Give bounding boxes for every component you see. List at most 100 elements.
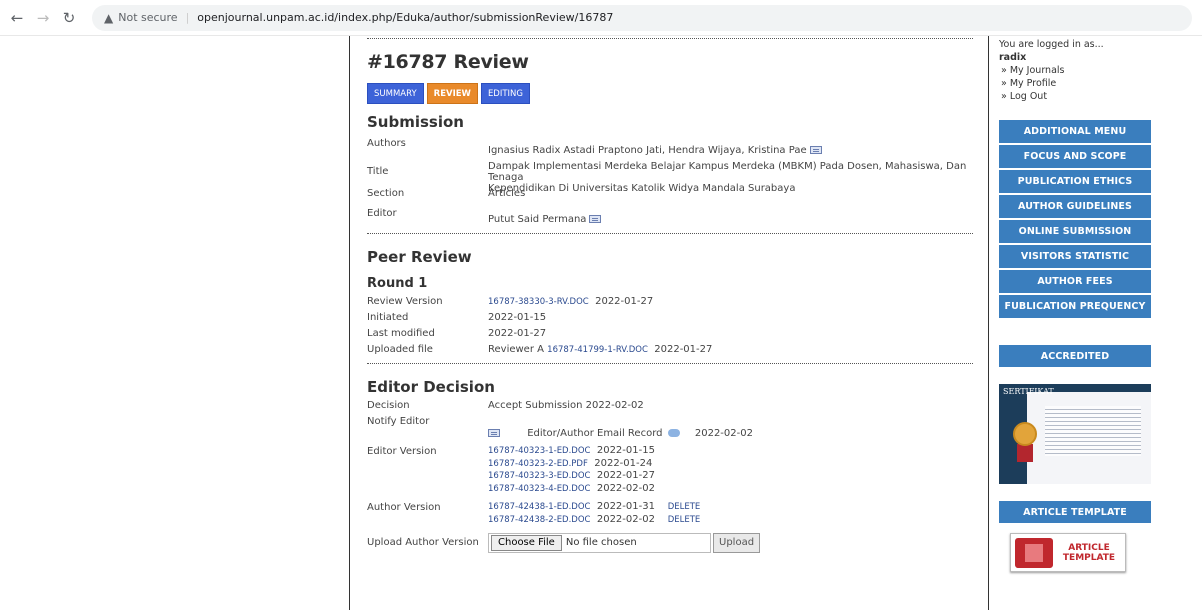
reload-icon[interactable]: ↻ — [60, 9, 78, 27]
notify-editor-value: Editor/Author Email Record 2022-02-02 — [488, 415, 753, 445]
comment-bubble-icon[interactable] — [667, 429, 680, 437]
editor-version-file-link[interactable]: 16787-40323-1-ED.DOC — [488, 446, 590, 456]
sidebar-link-label[interactable]: Log Out — [1010, 91, 1047, 102]
uploaded-reviewer: Reviewer A — [488, 344, 544, 355]
editor-version-file-link[interactable]: 16787-40323-2-ED.PDF — [488, 459, 588, 469]
editor-version-date: 2022-02-02 — [596, 482, 655, 494]
menu-online-submission[interactable]: ONLINE SUBMISSION — [999, 220, 1151, 245]
review-version-file-link[interactable]: 16787-38330-3-RV.DOC — [488, 297, 589, 307]
email-authors-icon[interactable] — [809, 146, 822, 154]
review-version-date: 2022-01-27 — [595, 296, 654, 307]
authors-value: Ignasius Radix Astadi Praptono Jati, Hen… — [488, 137, 822, 159]
menu-publication-ethics[interactable]: PUBLICATION ETHICS — [999, 170, 1151, 195]
template-icon-line-1: ARTICLE — [1068, 542, 1110, 553]
author-version-item: 16787-42438-1-ED.DOC 2022-01-31 DELETE — [488, 501, 700, 514]
title-value: Dampak Implementasi Merdeka Belajar Kamp… — [488, 159, 973, 194]
editor-version-row: Editor Version 16787-40323-1-ED.DOC 2022… — [367, 445, 973, 501]
tab-editing[interactable]: EDITING — [480, 83, 531, 104]
content-left-border — [349, 36, 350, 610]
editor-version-date: 2022-01-27 — [596, 470, 655, 481]
last-modified-value: 2022-01-27 — [488, 328, 547, 339]
editor-version-item: 16787-40323-1-ED.DOC 2022-01-15 — [488, 445, 655, 458]
tab-review[interactable]: REVIEW — [426, 83, 478, 104]
uploaded-file-link[interactable]: 16787-41799-1-RV.DOC — [547, 345, 648, 355]
editor-version-item: 16787-40323-4-ED.DOC 2022-02-02 — [488, 483, 655, 496]
choose-file-button[interactable]: Choose File — [491, 535, 562, 551]
section-label: Section — [367, 188, 405, 199]
menu-author-fees[interactable]: AUTHOR FEES — [999, 270, 1151, 295]
sidebar-link-my-journals[interactable]: » My Journals — [999, 64, 1151, 77]
notify-editor-mail-icon[interactable] — [488, 429, 500, 437]
divider — [367, 38, 973, 39]
certificate-title: SERTIFIKAT — [1003, 387, 1054, 396]
template-book-icon — [1015, 537, 1053, 568]
logged-in-text: You are logged in as... — [999, 39, 1104, 50]
initiated-value: 2022-01-15 — [488, 312, 547, 323]
menu-publication-frequency[interactable]: FUBLICATION PREQUENCY — [999, 295, 1151, 320]
menu-author-guidelines[interactable]: AUTHOR GUIDELINES — [999, 195, 1151, 220]
section-value: Articles — [488, 188, 526, 199]
sidebar-link-label[interactable]: My Profile — [1010, 78, 1056, 89]
author-version-date: 2022-01-31 — [596, 501, 655, 512]
url-text[interactable]: openjournal.unpam.ac.id/index.php/Eduka/… — [197, 11, 613, 24]
delete-link[interactable]: DELETE — [668, 515, 701, 525]
author-version-item: 16787-42438-2-ED.DOC 2022-02-02 DELETE — [488, 514, 700, 527]
editor-row: Editor Putut Said Permana — [367, 207, 973, 233]
main-content: #16787 Review SUMMARY REVIEW EDITING Sub… — [367, 36, 973, 555]
forward-arrow-icon[interactable]: → — [34, 9, 52, 27]
template-icon-text: ARTICLE TEMPLATE — [1053, 543, 1125, 563]
divider — [367, 233, 973, 234]
editor-version-file-link[interactable]: 16787-40323-3-ED.DOC — [488, 471, 590, 481]
tab-bar: SUMMARY REVIEW EDITING — [367, 83, 973, 104]
accredited-header: ACCREDITED — [999, 345, 1151, 369]
notify-editor-row: Notify Editor Editor/Author Email Record… — [367, 415, 973, 445]
no-file-text: No file chosen — [565, 537, 637, 548]
author-version-list: 16787-42438-1-ED.DOC 2022-01-31 DELETE 1… — [488, 501, 700, 531]
username: radix — [999, 52, 1027, 63]
sidebar-link-my-profile[interactable]: » My Profile — [999, 77, 1151, 90]
title-line-2: Kependidikan Di Universitas Katolik Widy… — [488, 183, 796, 194]
sidebar-link-label[interactable]: My Journals — [1010, 65, 1065, 76]
sidebar: You are logged in as... radix » My Journ… — [999, 36, 1151, 572]
author-version-file-link[interactable]: 16787-42438-2-ED.DOC — [488, 515, 590, 525]
login-block: You are logged in as... radix » My Journ… — [999, 38, 1151, 103]
menu-additional[interactable]: ADDITIONAL MENU — [999, 120, 1151, 145]
divider — [367, 363, 973, 364]
page-title: #16787 Review — [367, 51, 529, 73]
uploaded-file-value: Reviewer A 16787-41799-1-RV.DOC 2022-01-… — [488, 343, 712, 363]
menu-focus-scope[interactable]: FOCUS AND SCOPE — [999, 145, 1151, 170]
url-separator: | — [185, 11, 190, 24]
certificate-text-lines — [1045, 406, 1141, 456]
authors-label: Authors — [367, 138, 406, 149]
warning-icon: ▲ — [104, 10, 114, 25]
tab-summary[interactable]: SUMMARY — [367, 83, 424, 104]
review-version-value: 16787-38330-3-RV.DOC 2022-01-27 — [488, 295, 653, 311]
article-template-download[interactable]: ARTICLE TEMPLATE — [1010, 533, 1126, 572]
menu-visitors-statistic[interactable]: VISITORS STATISTIC — [999, 245, 1151, 270]
editor-version-item: 16787-40323-2-ED.PDF 2022-01-24 — [488, 458, 655, 471]
article-template-header: ARTICLE TEMPLATE — [999, 501, 1151, 525]
upload-button[interactable]: Upload — [713, 533, 761, 553]
email-editor-icon[interactable] — [589, 215, 602, 223]
editor-value: Putut Said Permana — [488, 207, 602, 233]
delete-link[interactable]: DELETE — [668, 502, 701, 512]
security-label[interactable]: Not secure — [118, 11, 177, 24]
back-arrow-icon[interactable]: ← — [8, 9, 26, 27]
sidebar-link-log-out[interactable]: » Log Out — [999, 90, 1151, 103]
author-version-file-link[interactable]: 16787-42438-1-ED.DOC — [488, 502, 590, 512]
decision-value: Accept Submission 2022-02-02 — [488, 400, 644, 411]
author-version-row: Author Version 16787-42438-1-ED.DOC 2022… — [367, 501, 973, 531]
address-bar[interactable]: ▲ Not secure | openjournal.unpam.ac.id/i… — [92, 4, 1192, 31]
accreditation-certificate-image[interactable]: SERTIFIKAT — [999, 384, 1151, 484]
ribbon-icon — [1017, 444, 1033, 462]
last-modified-row: Last modified 2022-01-27 — [367, 327, 973, 343]
editor-name: Putut Said Permana — [488, 214, 587, 225]
menu-block: ADDITIONAL MENU FOCUS AND SCOPE PUBLICAT… — [999, 120, 1151, 320]
editor-label: Editor — [367, 208, 397, 219]
editor-version-list: 16787-40323-1-ED.DOC 2022-01-15 16787-40… — [488, 445, 655, 501]
title-row: Title Dampak Implementasi Merdeka Belaja… — [367, 159, 973, 194]
content-right-border — [988, 36, 989, 610]
review-version-label: Review Version — [367, 296, 443, 307]
file-input[interactable]: Choose File No file chosen — [488, 533, 711, 553]
editor-version-file-link[interactable]: 16787-40323-4-ED.DOC — [488, 484, 590, 494]
